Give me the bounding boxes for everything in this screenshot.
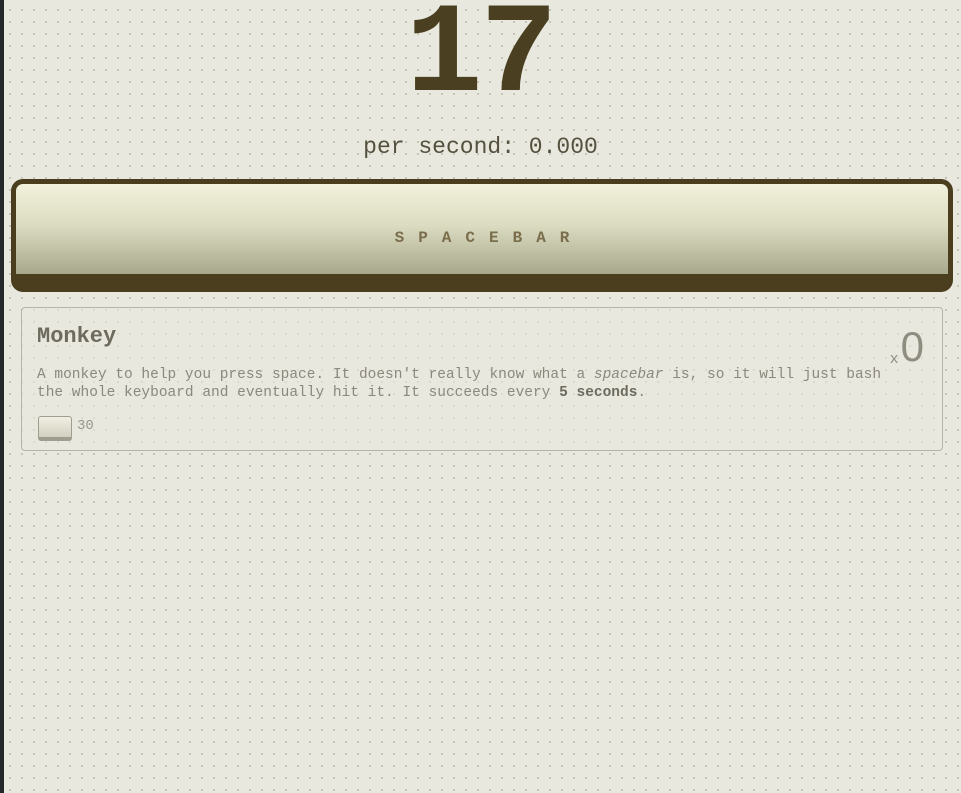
owned-count: x0 (889, 323, 924, 370)
buy-monkey-button[interactable] (38, 416, 72, 441)
per-second-rate: per second: 0.000 (363, 134, 598, 160)
upgrade-card-monkey: Monkey x0 A monkey to help you press spa… (21, 307, 943, 451)
upgrade-description: A monkey to help you press space. It doe… (37, 366, 887, 402)
upgrade-cost: 30 (77, 418, 94, 434)
spacebar-label: SPACEBAR (394, 229, 584, 247)
spacebar-button[interactable]: SPACEBAR (11, 179, 953, 292)
description-emphasis: spacebar (593, 367, 664, 383)
owned-prefix: x (889, 351, 899, 368)
score-counter: 17 (405, 0, 558, 129)
description-text: . (637, 385, 647, 401)
owned-number: 0 (900, 323, 924, 370)
description-text: A monkey to help you press space. It doe… (37, 367, 594, 383)
upgrade-title: Monkey (37, 324, 117, 349)
description-interval: 5 seconds (559, 385, 638, 401)
